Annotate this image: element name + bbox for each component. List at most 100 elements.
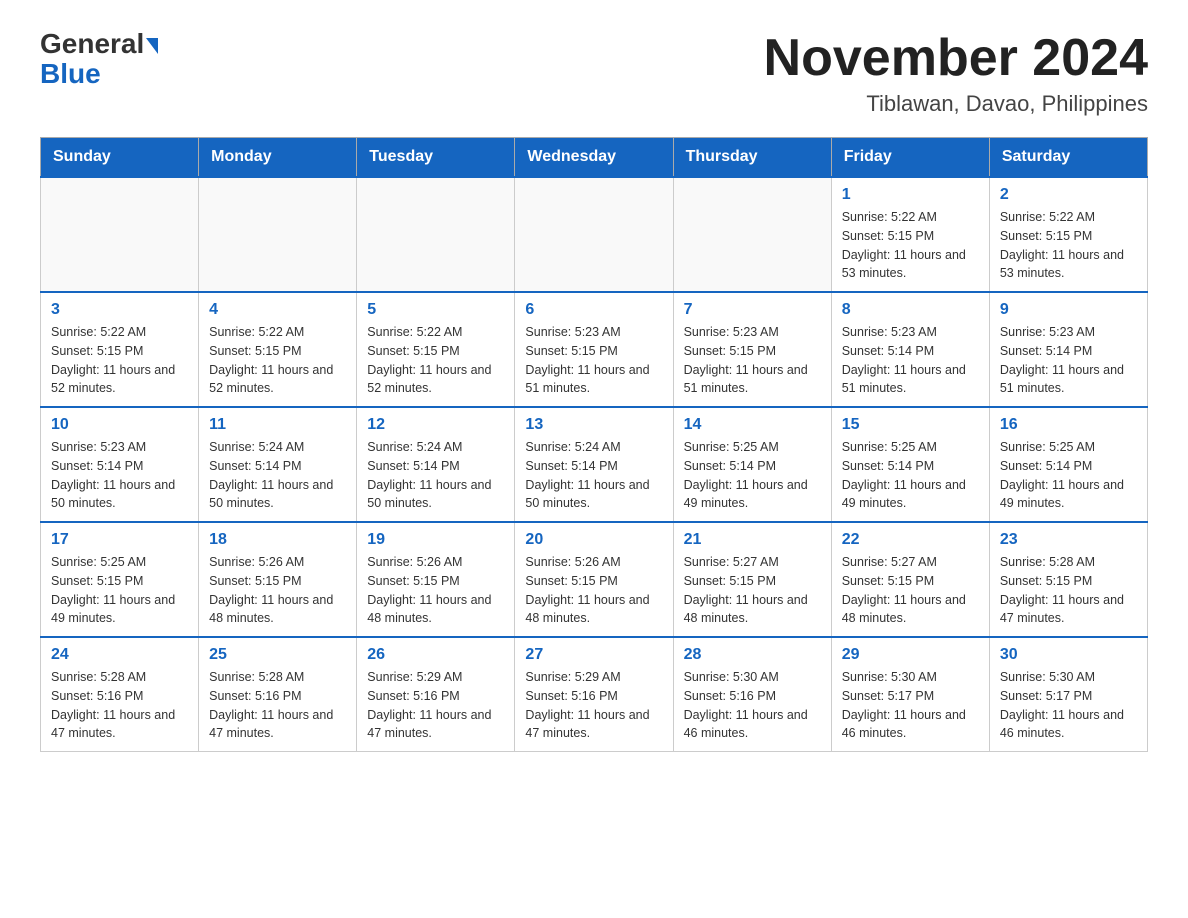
day-info: Sunrise: 5:30 AMSunset: 5:17 PMDaylight:… [842,668,979,743]
day-info: Sunrise: 5:23 AMSunset: 5:14 PMDaylight:… [842,323,979,398]
calendar-cell: 13 Sunrise: 5:24 AMSunset: 5:14 PMDayligh… [515,407,673,522]
day-info: Sunrise: 5:23 AMSunset: 5:15 PMDaylight:… [525,323,662,398]
calendar-cell: 29 Sunrise: 5:30 AMSunset: 5:17 PMDayligh… [831,637,989,752]
day-number: 10 [51,416,188,434]
weekday-header-thursday: Thursday [673,138,831,178]
day-number: 11 [209,416,346,434]
day-info: Sunrise: 5:27 AMSunset: 5:15 PMDaylight:… [684,553,821,628]
day-number: 28 [684,646,821,664]
day-info: Sunrise: 5:26 AMSunset: 5:15 PMDaylight:… [367,553,504,628]
day-info: Sunrise: 5:29 AMSunset: 5:16 PMDaylight:… [367,668,504,743]
day-number: 30 [1000,646,1137,664]
calendar-cell: 11Sunrise: 5:24 AMSunset: 5:14 PMDayligh… [199,407,357,522]
calendar-cell: 12 Sunrise: 5:24 AMSunset: 5:14 PMDayligh… [357,407,515,522]
logo-general-text: General [40,30,158,58]
day-info: Sunrise: 5:28 AMSunset: 5:16 PMDaylight:… [51,668,188,743]
day-number: 18 [209,531,346,549]
calendar-cell: 23 Sunrise: 5:28 AMSunset: 5:15 PMDayligh… [989,522,1147,637]
weekday-header-tuesday: Tuesday [357,138,515,178]
day-number: 1 [842,186,979,204]
calendar-cell: 28 Sunrise: 5:30 AMSunset: 5:16 PMDayligh… [673,637,831,752]
day-number: 16 [1000,416,1137,434]
day-info: Sunrise: 5:25 AMSunset: 5:15 PMDaylight:… [51,553,188,628]
day-number: 23 [1000,531,1137,549]
day-number: 29 [842,646,979,664]
day-number: 15 [842,416,979,434]
calendar-cell: 6 Sunrise: 5:23 AMSunset: 5:15 PMDaylight… [515,292,673,407]
day-info: Sunrise: 5:24 AMSunset: 5:14 PMDaylight:… [367,438,504,513]
calendar-cell: 30 Sunrise: 5:30 AMSunset: 5:17 PMDayligh… [989,637,1147,752]
day-info: Sunrise: 5:28 AMSunset: 5:16 PMDaylight:… [209,668,346,743]
day-info: Sunrise: 5:26 AMSunset: 5:15 PMDaylight:… [209,553,346,628]
day-number: 3 [51,301,188,319]
day-info: Sunrise: 5:23 AMSunset: 5:14 PMDaylight:… [1000,323,1137,398]
weekday-header-monday: Monday [199,138,357,178]
day-number: 2 [1000,186,1137,204]
day-info: Sunrise: 5:24 AMSunset: 5:14 PMDaylight:… [525,438,662,513]
day-info: Sunrise: 5:28 AMSunset: 5:15 PMDaylight:… [1000,553,1137,628]
calendar-cell [357,177,515,292]
weekday-header-friday: Friday [831,138,989,178]
calendar-header-row: SundayMondayTuesdayWednesdayThursdayFrid… [41,138,1148,178]
logo-blue-text: Blue [40,58,101,90]
calendar-cell: 26 Sunrise: 5:29 AMSunset: 5:16 PMDayligh… [357,637,515,752]
weekday-header-saturday: Saturday [989,138,1147,178]
page-header: General Blue November 2024 Tiblawan, Dav… [40,30,1148,117]
calendar-cell: 8 Sunrise: 5:23 AMSunset: 5:14 PMDaylight… [831,292,989,407]
day-number: 25 [209,646,346,664]
day-number: 9 [1000,301,1137,319]
day-number: 24 [51,646,188,664]
day-info: Sunrise: 5:22 AMSunset: 5:15 PMDaylight:… [842,208,979,283]
week-row-5: 24 Sunrise: 5:28 AMSunset: 5:16 PMDayligh… [41,637,1148,752]
location-subtitle: Tiblawan, Davao, Philippines [764,91,1148,117]
calendar-cell [199,177,357,292]
calendar-cell: 14 Sunrise: 5:25 AMSunset: 5:14 PMDayligh… [673,407,831,522]
day-number: 26 [367,646,504,664]
calendar-cell: 27Sunrise: 5:29 AMSunset: 5:16 PMDayligh… [515,637,673,752]
weekday-header-sunday: Sunday [41,138,199,178]
calendar-cell: 25 Sunrise: 5:28 AMSunset: 5:16 PMDayligh… [199,637,357,752]
day-number: 6 [525,301,662,319]
day-info: Sunrise: 5:22 AMSunset: 5:15 PMDaylight:… [1000,208,1137,283]
calendar-cell: 21 Sunrise: 5:27 AMSunset: 5:15 PMDayligh… [673,522,831,637]
calendar-cell: 24 Sunrise: 5:28 AMSunset: 5:16 PMDayligh… [41,637,199,752]
day-info: Sunrise: 5:23 AMSunset: 5:14 PMDaylight:… [51,438,188,513]
title-section: November 2024 Tiblawan, Davao, Philippin… [764,30,1148,117]
day-number: 17 [51,531,188,549]
calendar-cell: 22Sunrise: 5:27 AMSunset: 5:15 PMDayligh… [831,522,989,637]
day-info: Sunrise: 5:25 AMSunset: 5:14 PMDaylight:… [1000,438,1137,513]
calendar-cell: 16 Sunrise: 5:25 AMSunset: 5:14 PMDayligh… [989,407,1147,522]
day-info: Sunrise: 5:22 AMSunset: 5:15 PMDaylight:… [51,323,188,398]
day-info: Sunrise: 5:30 AMSunset: 5:17 PMDaylight:… [1000,668,1137,743]
day-number: 12 [367,416,504,434]
day-number: 8 [842,301,979,319]
calendar-cell: 10 Sunrise: 5:23 AMSunset: 5:14 PMDayligh… [41,407,199,522]
calendar-cell: 15 Sunrise: 5:25 AMSunset: 5:14 PMDayligh… [831,407,989,522]
calendar-cell: 7 Sunrise: 5:23 AMSunset: 5:15 PMDaylight… [673,292,831,407]
calendar-cell [515,177,673,292]
day-info: Sunrise: 5:26 AMSunset: 5:15 PMDaylight:… [525,553,662,628]
week-row-3: 10 Sunrise: 5:23 AMSunset: 5:14 PMDayligh… [41,407,1148,522]
day-number: 13 [525,416,662,434]
day-info: Sunrise: 5:23 AMSunset: 5:15 PMDaylight:… [684,323,821,398]
day-number: 7 [684,301,821,319]
day-number: 4 [209,301,346,319]
day-number: 14 [684,416,821,434]
day-info: Sunrise: 5:22 AMSunset: 5:15 PMDaylight:… [209,323,346,398]
logo: General Blue [40,30,158,90]
week-row-4: 17 Sunrise: 5:25 AMSunset: 5:15 PMDayligh… [41,522,1148,637]
day-number: 5 [367,301,504,319]
day-number: 21 [684,531,821,549]
calendar-table: SundayMondayTuesdayWednesdayThursdayFrid… [40,137,1148,752]
day-number: 19 [367,531,504,549]
day-info: Sunrise: 5:25 AMSunset: 5:14 PMDaylight:… [842,438,979,513]
calendar-cell: 5Sunrise: 5:22 AMSunset: 5:15 PMDaylight… [357,292,515,407]
day-info: Sunrise: 5:30 AMSunset: 5:16 PMDaylight:… [684,668,821,743]
day-number: 27 [525,646,662,664]
day-info: Sunrise: 5:25 AMSunset: 5:14 PMDaylight:… [684,438,821,513]
calendar-cell: 4 Sunrise: 5:22 AMSunset: 5:15 PMDaylight… [199,292,357,407]
calendar-cell [41,177,199,292]
day-number: 20 [525,531,662,549]
calendar-cell: 18 Sunrise: 5:26 AMSunset: 5:15 PMDayligh… [199,522,357,637]
month-year-title: November 2024 [764,30,1148,87]
